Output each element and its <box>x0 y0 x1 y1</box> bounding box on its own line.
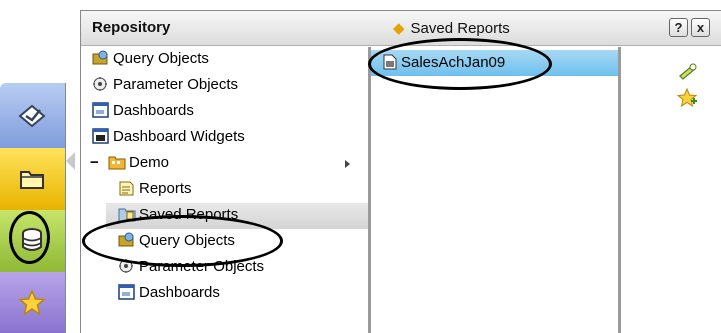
tree-item-label: Dashboard Widgets <box>113 128 245 145</box>
close-button[interactable]: x <box>691 18 710 37</box>
rail-button-sent-reports[interactable] <box>0 83 66 148</box>
tree-item-label: Parameter Objects <box>113 76 239 93</box>
help-button[interactable]: ? <box>669 18 688 37</box>
star-icon <box>18 289 46 316</box>
rail-button-favourites[interactable] <box>0 272 66 333</box>
panel-title: Repository <box>92 19 171 36</box>
tree-item-reports[interactable]: Reports <box>118 177 192 203</box>
tree-item-demo[interactable]: − Demo <box>81 151 361 177</box>
rail-selection-pointer <box>66 152 75 170</box>
actions-column <box>621 47 721 333</box>
envelope-arrow-icon <box>18 104 46 128</box>
reports-icon <box>119 181 134 196</box>
current-folder-label: ◆ Saved Reports <box>393 19 510 37</box>
rail-button-folders[interactable] <box>0 148 66 210</box>
dashboard-widget-icon <box>92 128 109 144</box>
favourite-add-icon[interactable] <box>676 87 698 109</box>
tree-item-dashboards-demo[interactable]: Dashboards <box>118 281 220 307</box>
query-objects-icon <box>92 50 108 65</box>
folder-icon <box>20 171 44 189</box>
submenu-arrow-icon <box>345 160 350 168</box>
tree-item-dashboard-widgets[interactable]: Dashboard Widgets <box>92 125 245 151</box>
tree-item-dashboards[interactable]: Dashboards <box>92 99 194 125</box>
folder-icon <box>108 156 126 170</box>
tree-item-label: Query Objects <box>113 50 209 67</box>
highlight-ellipse-report-item <box>368 38 552 90</box>
tree-item-label: Demo <box>129 154 170 171</box>
run-icon[interactable] <box>676 60 698 82</box>
collapse-toggle[interactable]: − <box>90 151 99 175</box>
tree-item-label: Reports <box>139 180 192 197</box>
highlight-ellipse-saved-reports <box>82 215 283 267</box>
tree-item-label: Dashboards <box>113 102 194 119</box>
highlight-ellipse-repository <box>9 211 50 264</box>
dashboard-icon <box>92 102 109 118</box>
tree-item-label: Dashboards <box>139 284 220 301</box>
panel-header: Repository ◆ Saved Reports ? x <box>81 11 721 46</box>
tree-item-query-objects[interactable]: Query Objects <box>92 47 209 73</box>
current-folder-name: Saved Reports <box>410 20 510 37</box>
tree-item-parameter-objects[interactable]: Parameter Objects <box>92 73 238 99</box>
report-list: SalesAchJan09 <box>371 47 618 333</box>
dashboard-icon <box>118 284 135 300</box>
icon-rail <box>0 83 66 333</box>
parameter-objects-icon <box>93 77 107 91</box>
folder-tree: Query Objects Parameter Objects Dashboar… <box>81 47 368 333</box>
diamond-icon: ◆ <box>393 20 405 37</box>
